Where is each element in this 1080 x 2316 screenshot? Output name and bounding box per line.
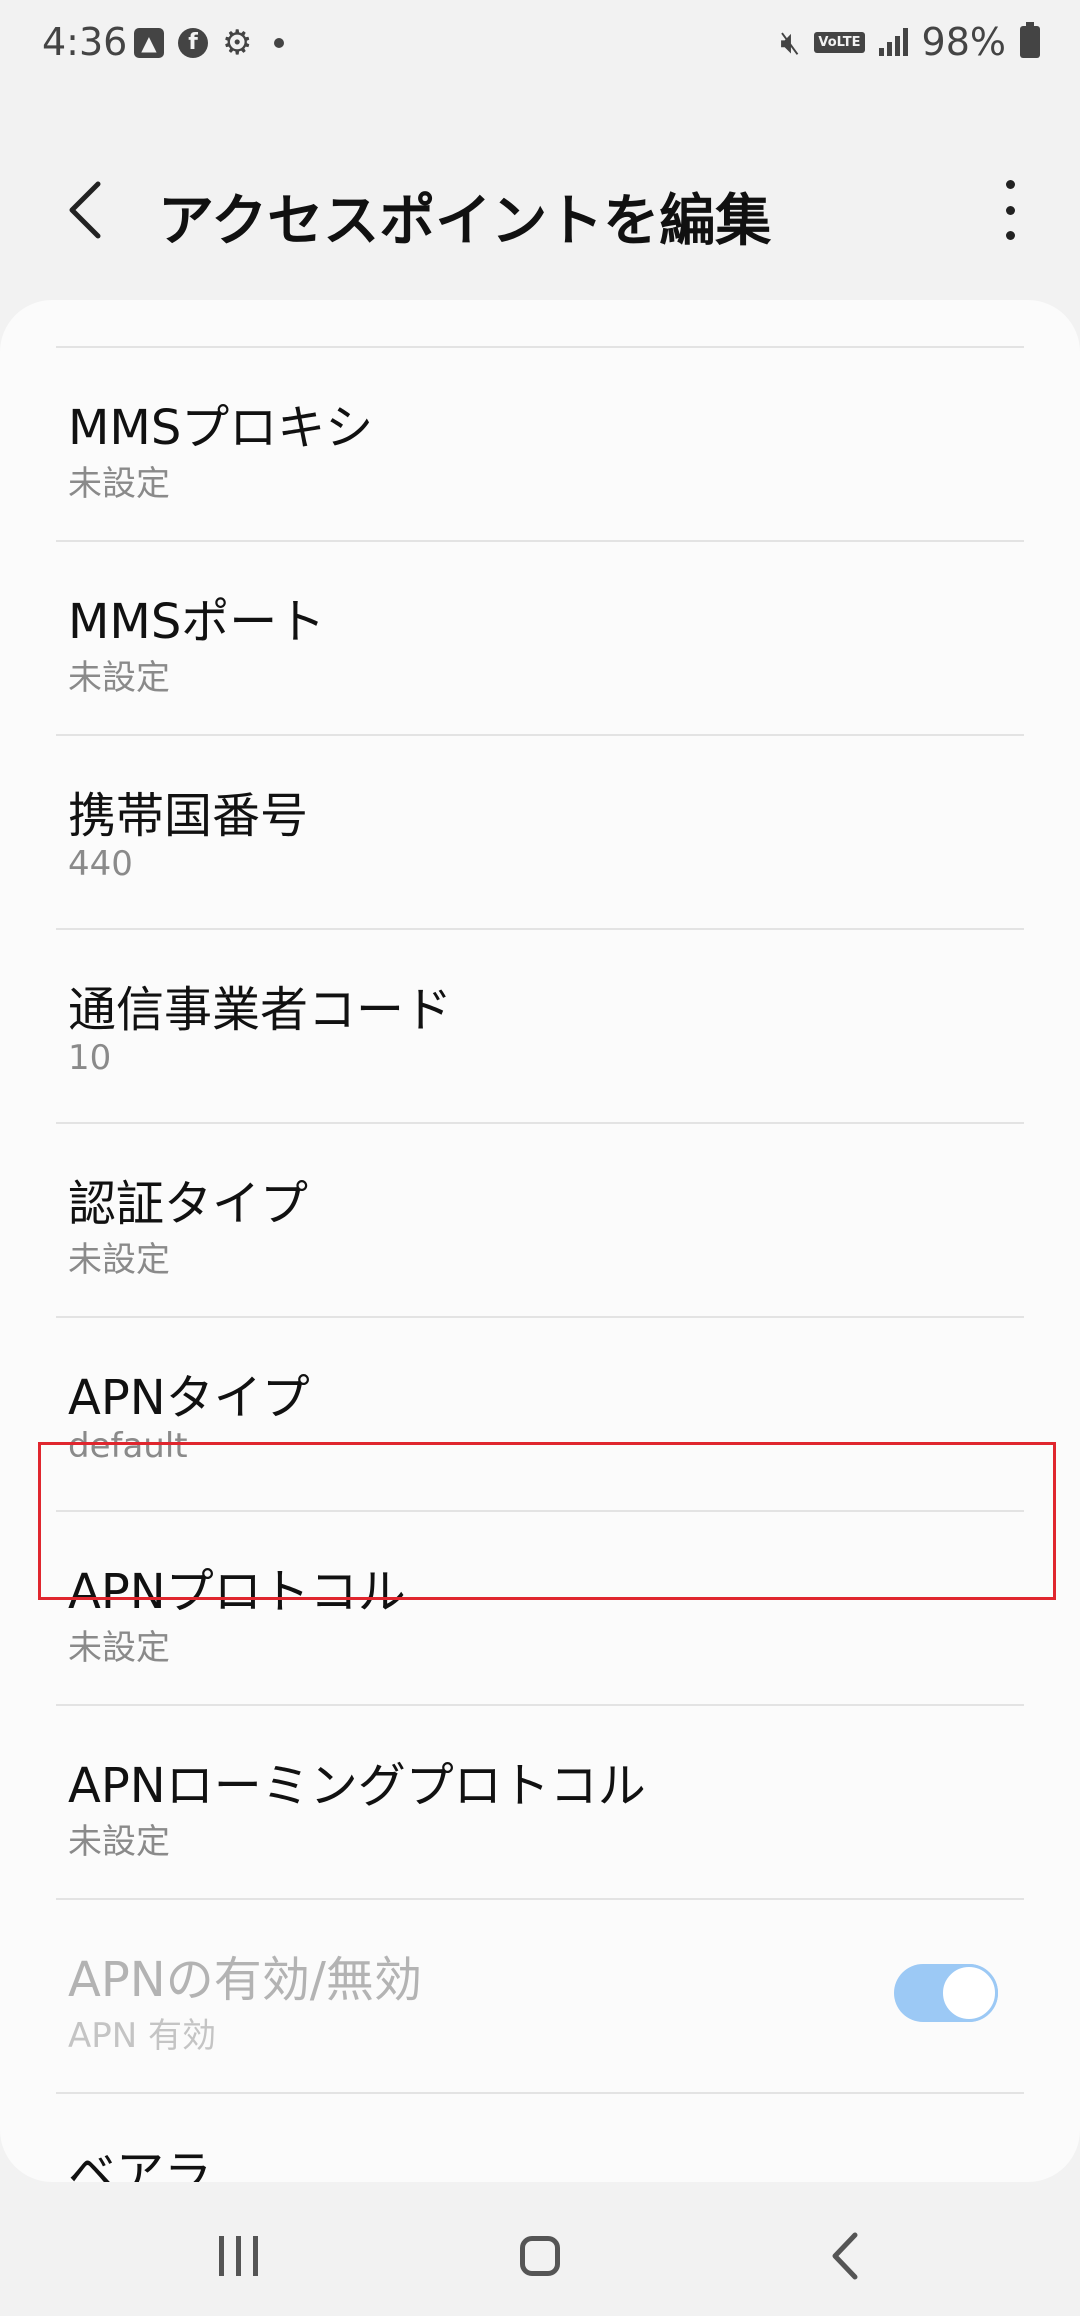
item-value: 未設定 bbox=[68, 1628, 170, 1668]
item-title: 認証タイプ bbox=[68, 1176, 309, 1232]
item-value: 未設定 bbox=[68, 1822, 170, 1862]
volte-icon: VoLTE bbox=[814, 31, 865, 53]
page-title: アクセスポイントを編集 bbox=[158, 189, 772, 254]
signal-icon bbox=[878, 28, 908, 56]
toggle-knob bbox=[940, 1964, 998, 2022]
list-item-mcc[interactable]: 携帯国番号 440 bbox=[0, 736, 1080, 930]
nav-back-button[interactable] bbox=[795, 2226, 895, 2286]
item-title: ベアラ bbox=[68, 2146, 213, 2182]
item-value: default bbox=[68, 1426, 188, 1466]
item-value: 440 bbox=[68, 844, 133, 884]
notification-dot-icon bbox=[274, 38, 285, 48]
list-item-bearer[interactable]: ベアラ bbox=[0, 2094, 1080, 2182]
status-time: 4:36 bbox=[42, 20, 128, 64]
item-title: 携帯国番号 bbox=[68, 788, 309, 844]
status-bar: 4:36 ▲ f ⚙ 🔇︎ VoLTE 98% bbox=[0, 0, 1080, 90]
item-title: APNの有効/無効 bbox=[68, 1952, 422, 2008]
item-value: 未設定 bbox=[68, 658, 170, 698]
list-item-mnc[interactable]: 通信事業者コード 10 bbox=[0, 930, 1080, 1124]
list-item-apn-enable[interactable]: APNの有効/無効 APN 有効 bbox=[0, 1900, 1080, 2094]
settings-list-card: MMSプロキシ 未設定 MMSポート 未設定 携帯国番号 440 通信事業者コー… bbox=[0, 300, 1080, 2182]
recents-button[interactable] bbox=[188, 2226, 288, 2286]
item-title: APNタイプ bbox=[68, 1370, 310, 1426]
back-arrow-icon bbox=[832, 2232, 858, 2280]
list-item-auth-type[interactable]: 認証タイプ 未設定 bbox=[0, 1124, 1080, 1318]
list-item-apn-roaming-protocol[interactable]: APNローミングプロトコル 未設定 bbox=[0, 1706, 1080, 1900]
item-title: MMSポート bbox=[68, 594, 326, 650]
battery-percent: 98% bbox=[921, 20, 1006, 64]
home-button[interactable] bbox=[490, 2226, 590, 2286]
item-value: 未設定 bbox=[68, 1240, 170, 1280]
system-icons: 🔇︎ VoLTE 98% bbox=[780, 20, 1040, 64]
item-title: APNローミングプロトコル bbox=[68, 1758, 646, 1814]
item-value: 10 bbox=[68, 1038, 112, 1078]
list-item-apn-protocol[interactable]: APNプロトコル 未設定 bbox=[0, 1512, 1080, 1706]
app-header: アクセスポイントを編集 bbox=[0, 150, 1080, 280]
gear-icon: ⚙ bbox=[222, 23, 253, 63]
back-button[interactable] bbox=[58, 178, 118, 242]
item-value: 未設定 bbox=[68, 464, 170, 504]
settings-list: MMSプロキシ 未設定 MMSポート 未設定 携帯国番号 440 通信事業者コー… bbox=[0, 348, 1080, 2182]
gallery-icon: ▲ bbox=[134, 28, 164, 58]
more-vert-icon bbox=[1005, 180, 1015, 189]
mute-icon: 🔇︎ bbox=[780, 22, 801, 61]
item-value: APN 有効 bbox=[68, 2016, 217, 2056]
apn-enable-toggle[interactable] bbox=[894, 1964, 998, 2022]
list-item-mms-proxy[interactable]: MMSプロキシ 未設定 bbox=[0, 348, 1080, 542]
facebook-icon: f bbox=[178, 28, 208, 58]
navigation-bar bbox=[0, 2196, 1080, 2316]
item-title: MMSプロキシ bbox=[68, 400, 374, 456]
item-title: APNプロトコル bbox=[68, 1564, 406, 1620]
recents-icon bbox=[218, 2236, 224, 2276]
home-icon bbox=[520, 2236, 560, 2276]
chevron-left-icon bbox=[69, 181, 101, 239]
battery-icon bbox=[1020, 22, 1040, 58]
more-options-button[interactable] bbox=[990, 180, 1030, 240]
item-title: 通信事業者コード bbox=[68, 982, 453, 1038]
list-item-apn-type[interactable]: APNタイプ default bbox=[0, 1318, 1080, 1512]
list-item-mms-port[interactable]: MMSポート 未設定 bbox=[0, 542, 1080, 736]
notification-icons: ▲ f ⚙ bbox=[134, 23, 285, 63]
